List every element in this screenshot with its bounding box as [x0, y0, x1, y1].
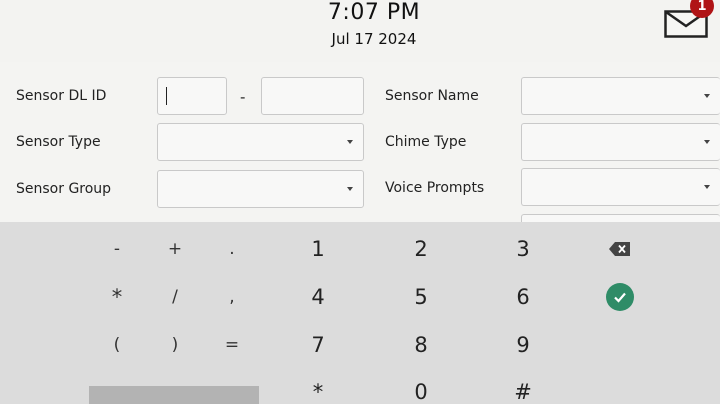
sensor-group-label: Sensor Group	[16, 181, 112, 197]
key-close-paren[interactable]: )	[145, 325, 205, 365]
screen: 7:07 PM Jul 17 2024 1 Sensor DL ID - Sen…	[0, 0, 720, 404]
key-3[interactable]: 3	[493, 229, 553, 269]
key-slash[interactable]: /	[145, 277, 205, 317]
key-4[interactable]: 4	[288, 277, 348, 317]
sensor-name-select[interactable]	[521, 77, 720, 115]
key-8[interactable]: 8	[391, 325, 451, 365]
key-2[interactable]: 2	[391, 229, 451, 269]
backspace-key[interactable]	[590, 229, 650, 269]
confirm-key[interactable]	[590, 277, 650, 317]
voice-prompts-select[interactable]	[521, 168, 720, 206]
key-0[interactable]: 0	[391, 372, 451, 404]
voice-prompts-label: Voice Prompts	[385, 180, 485, 196]
key-comma[interactable]: ,	[202, 277, 262, 317]
chime-type-label: Chime Type	[385, 134, 467, 150]
key-5[interactable]: 5	[391, 277, 451, 317]
key-star[interactable]: *	[288, 372, 348, 404]
check-circle-icon	[606, 283, 634, 311]
space-key[interactable]	[89, 386, 259, 404]
key-asterisk[interactable]: *	[87, 277, 147, 317]
sensor-dl-id-field-2[interactable]	[261, 77, 364, 115]
key-7[interactable]: 7	[288, 325, 348, 365]
key-6[interactable]: 6	[493, 277, 553, 317]
clock-time: 7:07 PM	[327, 0, 421, 25]
checkmark-icon	[614, 292, 626, 303]
key-open-paren[interactable]: (	[87, 325, 147, 365]
sensor-form: Sensor DL ID - Sensor Name Sensor Type C…	[0, 62, 720, 226]
numeric-keypad: - + . 1 2 3 * / , 4 5 6 ( ) = 7 8 9 * 0 …	[0, 222, 720, 404]
key-1[interactable]: 1	[288, 229, 348, 269]
sensor-name-label: Sensor Name	[385, 88, 479, 104]
key-equals[interactable]: =	[202, 325, 262, 365]
chime-type-select[interactable]	[521, 123, 720, 161]
sensor-group-select[interactable]	[157, 170, 364, 208]
clock-date: Jul 17 2024	[331, 30, 417, 48]
status-header: 7:07 PM Jul 17 2024 1	[0, 0, 720, 62]
mail-button[interactable]: 1	[664, 0, 714, 40]
sensor-type-label: Sensor Type	[16, 134, 101, 150]
key-period[interactable]: .	[202, 229, 262, 269]
sensor-dl-id-field-1[interactable]	[157, 77, 227, 115]
key-plus[interactable]: +	[145, 229, 205, 269]
key-9[interactable]: 9	[493, 325, 553, 365]
sensor-dl-id-label: Sensor DL ID	[16, 88, 107, 104]
key-minus[interactable]: -	[87, 229, 147, 269]
id-separator: -	[240, 88, 246, 106]
backspace-icon	[609, 242, 630, 256]
text-caret	[166, 87, 167, 105]
key-hash[interactable]: #	[493, 372, 553, 404]
sensor-type-select[interactable]	[157, 123, 364, 161]
